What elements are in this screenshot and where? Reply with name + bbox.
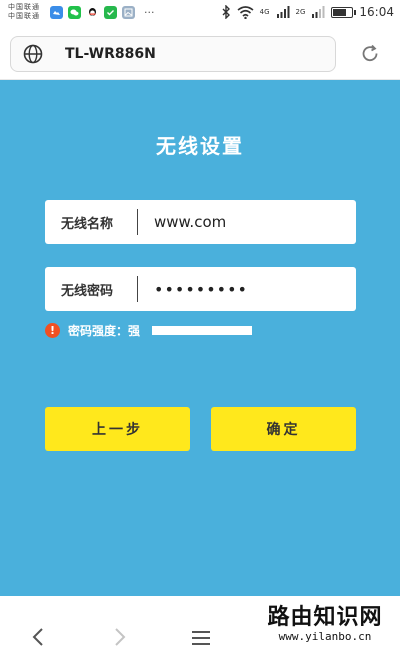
back-icon[interactable] xyxy=(28,626,50,648)
previous-step-button[interactable]: 上一步 xyxy=(45,407,190,451)
network-2g-label: 2G xyxy=(295,7,306,16)
carrier-line-1: 中国联通 xyxy=(8,3,40,11)
password-field[interactable]: 无线密码 xyxy=(45,267,356,311)
confirm-button[interactable]: 确定 xyxy=(211,407,356,451)
qq-icon xyxy=(86,6,99,19)
battery-icon xyxy=(331,6,357,18)
carrier-line-2: 中国联通 xyxy=(8,12,40,20)
wifi-icon xyxy=(237,5,254,19)
status-bar: 中国联通 中国联通 ··· 4G 2G 16:04 xyxy=(0,0,400,28)
menu-icon[interactable] xyxy=(190,630,212,646)
password-label: 无线密码 xyxy=(61,283,114,299)
bluetooth-icon xyxy=(222,5,230,19)
notification-icons: ··· xyxy=(50,6,155,19)
browser-toolbar: TL-WR886N xyxy=(0,28,400,80)
ssid-label: 无线名称 xyxy=(61,216,114,232)
signal-2g-icon xyxy=(312,6,325,18)
gallery-icon xyxy=(122,6,135,19)
watermark-title: 路由知识网 xyxy=(267,603,383,630)
network-4g-label: 4G xyxy=(259,7,270,16)
carrier-info: 中国联通 中国联通 xyxy=(8,3,40,21)
warning-icon: ! xyxy=(45,323,60,338)
globe-icon xyxy=(23,44,43,64)
page-title: 无线设置 xyxy=(156,134,244,158)
ssid-field[interactable]: 无线名称 xyxy=(45,200,356,244)
site-watermark: 路由知识网 www.yilanbo.cn xyxy=(250,596,400,651)
photos-icon xyxy=(50,6,63,19)
password-input[interactable] xyxy=(138,279,356,299)
wechat-icon xyxy=(68,6,81,19)
more-notifications-icon: ··· xyxy=(144,6,155,19)
signal-4g-icon xyxy=(276,6,290,18)
system-status: 4G 2G 16:04 xyxy=(221,5,394,19)
wechat-pay-icon xyxy=(104,6,117,19)
wireless-settings-page: 无线设置 无线名称 无线密码 ! 密码强度：强 上一步 确定 xyxy=(0,80,400,596)
ssid-input[interactable] xyxy=(138,213,356,231)
refresh-icon[interactable] xyxy=(360,44,380,64)
strength-bar xyxy=(152,326,253,335)
clock: 16:04 xyxy=(359,5,394,19)
address-text[interactable]: TL-WR886N xyxy=(65,46,156,62)
strength-label: 密码强度：强 xyxy=(68,324,141,338)
watermark-url: www.yilanbo.cn xyxy=(278,629,372,643)
address-bar[interactable]: TL-WR886N xyxy=(10,36,336,72)
password-strength: ! 密码强度：强 xyxy=(45,322,253,339)
forward-icon[interactable] xyxy=(108,626,130,648)
